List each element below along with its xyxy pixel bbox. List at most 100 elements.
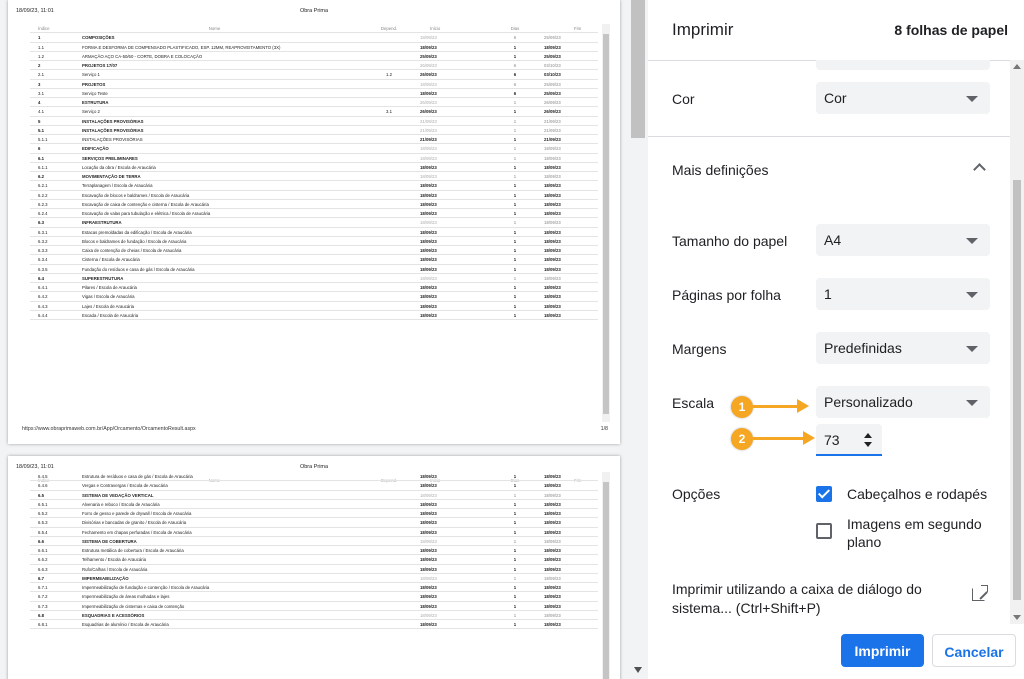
- table-header: Índice Nome Depend. Início Dias Fim: [30, 24, 598, 34]
- scale-label: Escala: [672, 395, 715, 411]
- row-name: Esquadrias de alumínio / Escola de Arauc…: [82, 622, 169, 627]
- print-button[interactable]: Imprimir: [841, 634, 924, 667]
- row-name: INSTALAÇÕES PROVISÓRIAS: [82, 137, 143, 142]
- row-index: 1.2: [38, 53, 44, 59]
- table-row: 6.6.1 Estrutura metálica de cobertura / E…: [30, 546, 598, 556]
- open-in-new-icon[interactable]: [972, 585, 988, 601]
- row-start: 18/09/23: [420, 229, 437, 235]
- row-days: 1: [513, 474, 517, 479]
- row-end: 18/09/23: [544, 603, 561, 609]
- preview-scrollbar-thumb[interactable]: [631, 0, 645, 138]
- preview-page-2: 18/09/23, 11:01 Obra Prima Índice Nome D…: [8, 456, 620, 679]
- row-start: 18/09/23: [420, 183, 437, 189]
- row-index: 3: [38, 81, 41, 87]
- row-days: 1: [513, 238, 517, 244]
- previous-select-stub[interactable]: [816, 60, 990, 70]
- table-row: 6.4.1 Pilares / Escola de Araucária 18/09/…: [30, 283, 598, 293]
- row-days: 1: [513, 109, 517, 115]
- row-end: 18/09/23: [544, 294, 561, 300]
- row-end: 18/09/23: [544, 474, 561, 479]
- table-row: 6.4 SUPERESTRUTURA 18/09/23 1 18/09/23: [30, 274, 598, 283]
- row-name: Escavação de valas para tubulação e elét…: [82, 211, 211, 216]
- row-name: Serviço 2: [82, 109, 100, 115]
- row-start: 18/09/23: [420, 612, 437, 618]
- row-name: Locação da obra / Escola de Araucária: [82, 164, 156, 170]
- panel-scrollbar[interactable]: [1010, 60, 1024, 624]
- cancel-button[interactable]: Cancelar: [932, 634, 1016, 667]
- spin-down-icon[interactable]: [864, 442, 872, 447]
- paper-size-select[interactable]: A4: [816, 224, 990, 256]
- row-index: 6.3.2: [38, 238, 48, 244]
- row-start: 18/09/23: [420, 44, 437, 50]
- row-days: 1: [513, 511, 517, 516]
- scroll-down-arrow-icon[interactable]: [634, 667, 642, 673]
- row-days: 6: [513, 63, 517, 68]
- row-end: 18/09/23: [544, 312, 561, 318]
- row-dependency: 3.1: [386, 109, 392, 115]
- row-end: 18/09/23: [544, 238, 561, 244]
- row-end: 18/09/23: [544, 585, 561, 590]
- schedule-table: Índice Nome Depend. Início Dias Fim 1 COM…: [30, 24, 598, 320]
- table-row: 2.1 Serviço 1 1.2 26/09/23 6 03/10/23: [30, 70, 598, 80]
- table-row: 1 COMPOSIÇÕES 18/09/23 6 25/09/23: [30, 33, 598, 43]
- table-row: 6.4.6 Vergas e Contravergas / Escola de A…: [30, 481, 598, 491]
- row-index: 6.6.2: [38, 557, 48, 563]
- table-row: 6.2.3 Escavação de caixa de contenção e c…: [30, 200, 598, 209]
- row-days: 1: [513, 557, 517, 563]
- chevron-down-icon: [966, 346, 978, 352]
- row-end: 25/09/23: [544, 90, 561, 96]
- spin-up-icon[interactable]: [864, 433, 872, 438]
- pages-per-sheet-select[interactable]: 1: [816, 278, 990, 310]
- scale-select[interactable]: Personalizado: [816, 386, 990, 418]
- row-days: 1: [513, 266, 517, 272]
- headers-footers-label[interactable]: Cabeçalhos e rodapés: [847, 485, 987, 503]
- panel-scrollbar-thumb[interactable]: [1013, 180, 1021, 600]
- chevron-up-icon[interactable]: [973, 163, 986, 176]
- scroll-down-arrow-icon[interactable]: [1013, 615, 1021, 620]
- row-end: 18/09/23: [544, 229, 561, 235]
- row-index: 6.4.4: [38, 312, 48, 318]
- headers-footers-checkbox[interactable]: [816, 486, 832, 502]
- row-start: 18/09/23: [420, 81, 437, 87]
- row-days: 1: [513, 294, 517, 300]
- row-name: PROJETOS 17/07: [82, 63, 118, 68]
- row-days: 6: [513, 35, 517, 41]
- row-name: ARMAÇÃO AÇO CA-50/60 - CORTE, DOBRA E CO…: [82, 53, 203, 59]
- row-start: 18/09/23: [420, 90, 437, 96]
- row-start: 18/09/23: [420, 501, 437, 507]
- row-name: COMPOSIÇÕES: [82, 35, 115, 41]
- row-start: 18/09/23: [420, 294, 437, 300]
- row-name: Alvenaria e reboco / Escola de Araucária: [82, 501, 160, 507]
- row-name: Vigas / Escola de Araucária: [82, 294, 135, 300]
- row-name: EDIFICAÇÃO: [82, 146, 109, 152]
- row-index: 6.2.2: [38, 192, 48, 198]
- row-days: 6: [513, 81, 517, 87]
- background-images-label[interactable]: Imagens em segundo plano: [847, 515, 987, 551]
- row-name: Escavação de blocos e baldrames / Escola…: [82, 192, 190, 198]
- row-start: 26/09/23: [420, 109, 437, 115]
- table-row: 6.8 ESQUADRIAS E ACESSÓRIOS 18/09/23 1 18/09…: [30, 611, 598, 620]
- table-row: 6.3 INFRAESTRUTURA 18/09/23 1 18/09/23: [30, 218, 598, 228]
- row-name: INSTALAÇÕES PROVISÓRIAS: [82, 118, 144, 124]
- row-index: 6.7.2: [38, 594, 48, 600]
- row-start: 18/09/23: [420, 483, 437, 489]
- row-days: 1: [513, 603, 517, 609]
- more-settings-label[interactable]: Mais definições: [672, 162, 769, 178]
- scroll-up-arrow-icon[interactable]: [1013, 64, 1021, 69]
- row-start: 18/09/23: [420, 155, 437, 161]
- row-days: 1: [513, 174, 517, 179]
- preview-scrollbar[interactable]: [628, 0, 648, 679]
- table-row: 6.3.1 Estacas premoldadas da edificação /…: [30, 228, 598, 237]
- row-start: 18/09/23: [420, 492, 437, 498]
- system-dialog-link[interactable]: Imprimir utilizando a caixa de diálogo d…: [672, 580, 968, 618]
- row-end: 18/09/23: [544, 511, 561, 516]
- table-row: 2 PROJETOS 17/07 26/09/23 6 03/10/23: [30, 61, 598, 71]
- background-images-checkbox[interactable]: [816, 523, 832, 539]
- row-name: SISTEMA DE VEDAÇÃO VERTICAL: [82, 492, 154, 498]
- color-select[interactable]: Cor: [816, 82, 990, 114]
- row-name: Pilares / Escola de Araucária: [82, 285, 137, 290]
- table-row: 6.7.3 Impermeabilização de cisternas e ca…: [30, 602, 598, 611]
- margins-select[interactable]: Predefinidas: [816, 332, 990, 364]
- scale-custom-input[interactable]: 73: [816, 424, 882, 456]
- row-start: 18/09/23: [420, 575, 437, 581]
